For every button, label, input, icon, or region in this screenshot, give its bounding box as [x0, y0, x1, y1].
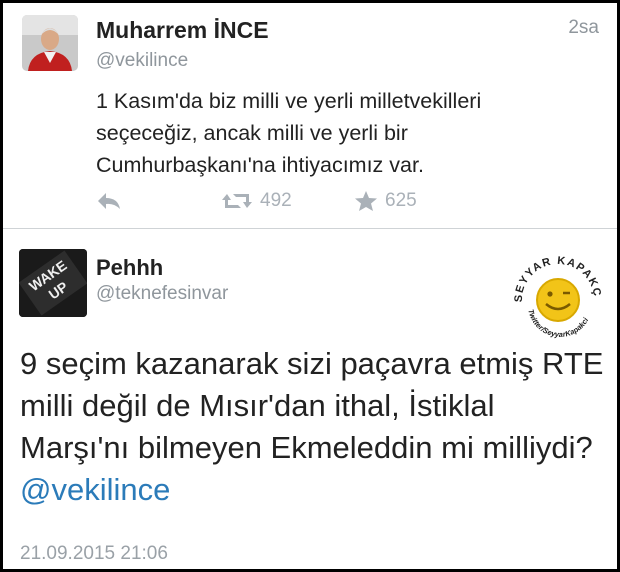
favorite-count: 625: [385, 190, 417, 211]
tweet-text-body: 9 seçim kazanarak sizi paçavra etmiş RTE…: [20, 346, 604, 465]
author-name[interactable]: Pehhh: [96, 255, 163, 281]
tweet-muharrem-ince[interactable]: Muharrem İNCE @vekilince 2sa 1 Kasım'da …: [3, 3, 617, 229]
mention-link[interactable]: @vekilince: [20, 472, 170, 507]
avatar[interactable]: [22, 15, 78, 71]
author-handle[interactable]: @vekilince: [96, 50, 188, 72]
avatar[interactable]: WAKE UP: [19, 249, 87, 317]
favorite-button[interactable]: 625: [354, 186, 417, 216]
retweet-count: 492: [260, 190, 292, 211]
tweet-text: 1 Kasım'da biz milli ve yerli milletveki…: [96, 89, 482, 177]
author-handle[interactable]: @teknefesinvar: [96, 283, 228, 305]
tweet-timestamp[interactable]: 2sa: [568, 17, 599, 39]
tweet-text: 9 seçim kazanarak sizi paçavra etmiş RTE…: [20, 343, 610, 511]
tweet-pehhh[interactable]: WAKE UP Pehhh @teknefesinvar SEYYAR KAPA…: [3, 229, 617, 569]
screenshot-frame: Muharrem İNCE @vekilince 2sa 1 Kasım'da …: [3, 3, 617, 569]
tweet-date[interactable]: 21.09.2015 21:06: [20, 543, 168, 565]
reply-icon: [96, 191, 122, 211]
star-icon: [354, 190, 378, 212]
retweet-icon: [221, 190, 253, 212]
tweet-actions: 492 625: [3, 186, 617, 216]
author-name[interactable]: Muharrem İNCE: [96, 17, 269, 44]
retweet-button[interactable]: 492: [221, 186, 292, 216]
reply-button[interactable]: [96, 186, 122, 216]
seyyar-kapakci-watermark: SEYYAR KAPAKÇI Twitter/SeyyarKapakci: [506, 237, 608, 344]
